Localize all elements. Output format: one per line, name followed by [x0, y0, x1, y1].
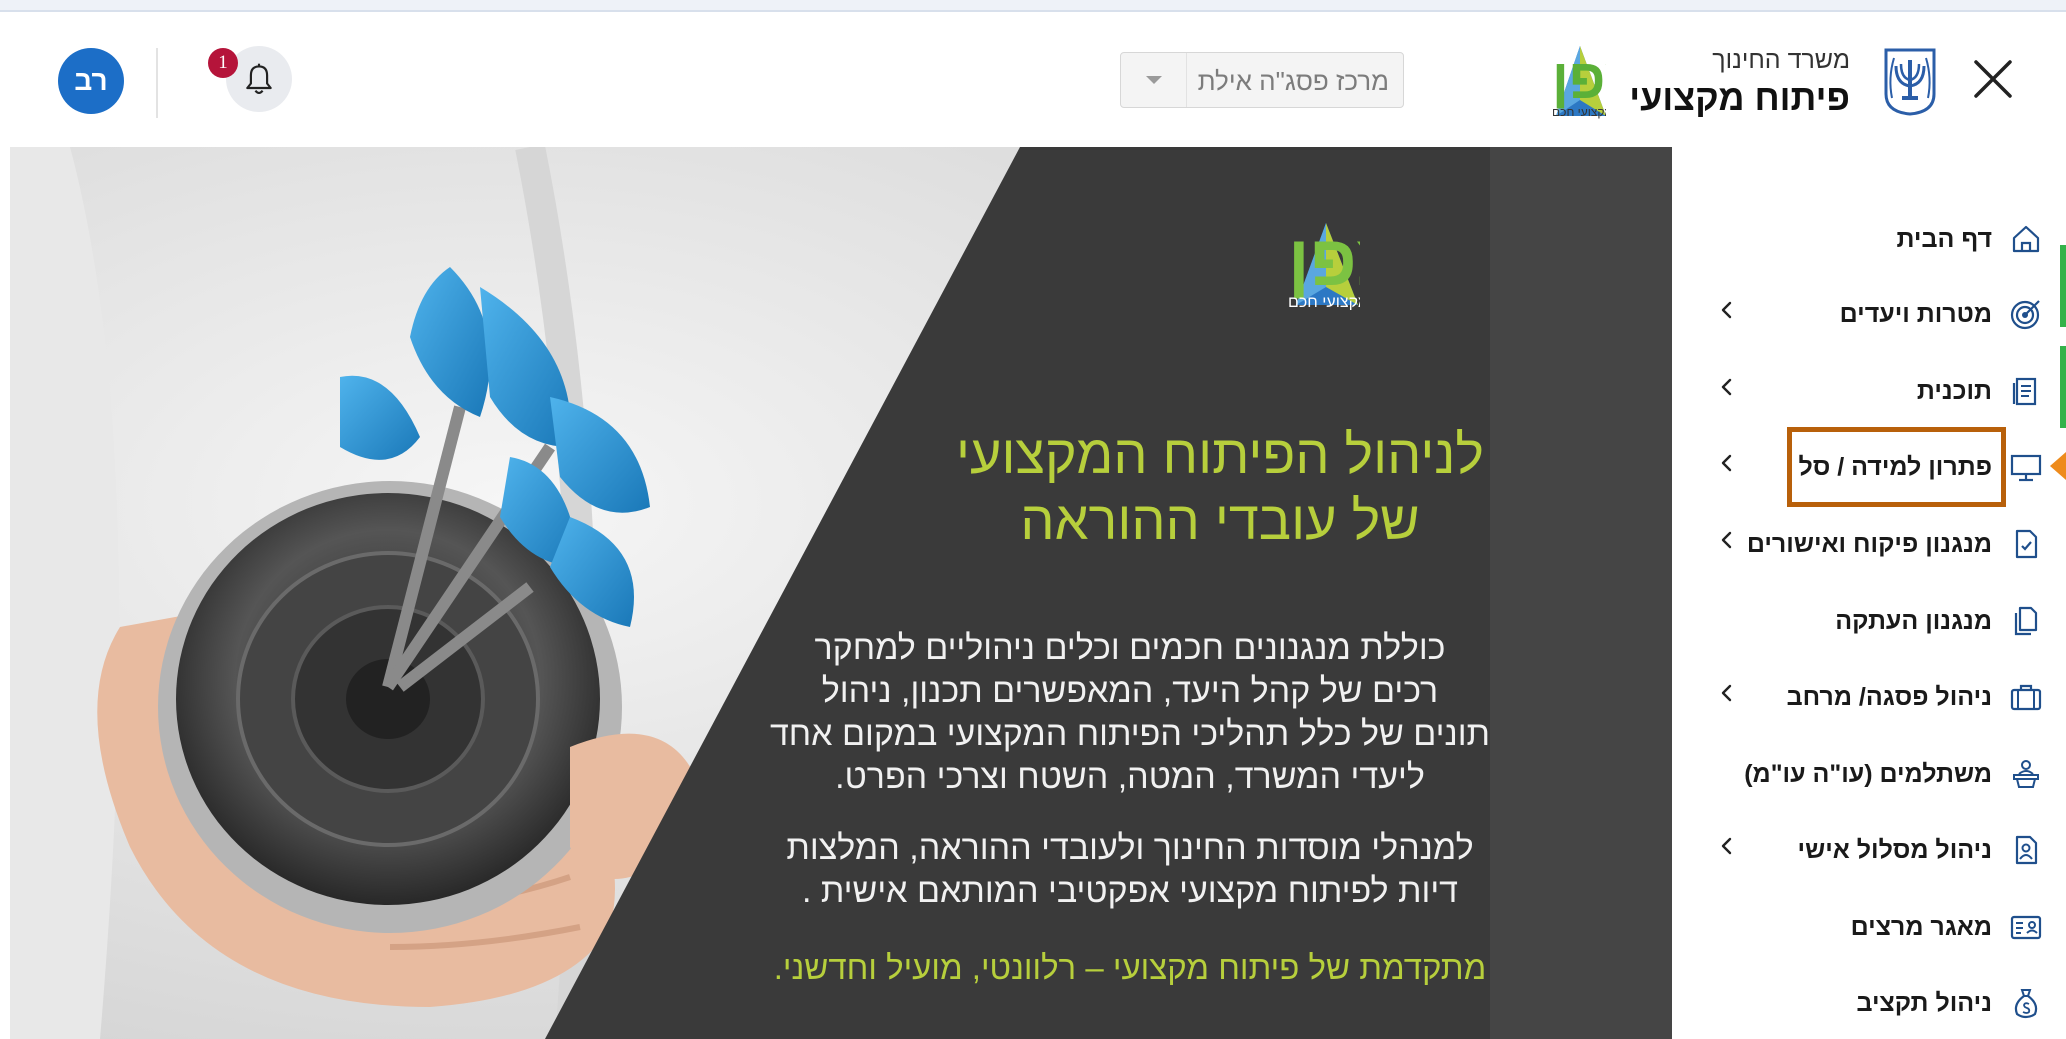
- page: משרד החינוך פיתוח מקצועי מצפן פיתוח מקצו…: [0, 0, 2066, 1039]
- header: משרד החינוך פיתוח מקצועי מצפן פיתוח מקצו…: [10, 12, 2066, 147]
- user-avatar[interactable]: רב: [58, 48, 124, 114]
- sidebar-item-copy-mechanism[interactable]: מנגנון העתקה: [1706, 591, 2046, 651]
- copy-icon: [2006, 601, 2046, 641]
- state-emblem-icon: [1884, 48, 1936, 116]
- center-select-value: מרכז פסג"ה אילת: [1197, 66, 1389, 96]
- chevron-left-icon[interactable]: [1710, 529, 1738, 557]
- bell-icon: [246, 63, 272, 95]
- close-menu-button[interactable]: [1968, 54, 2018, 104]
- sidebar-item-label: ניהול מסלול אישי: [1797, 835, 1992, 864]
- hero-logo-subtitle: פיתוח מקצועי חכם: [1288, 294, 1360, 311]
- money-bag-icon: [2006, 983, 2046, 1023]
- hero-description: כוללת מנגנונים חכמים וכלים ניהוליים למחק…: [530, 627, 1672, 799]
- hero-matzpen-logo: מצפן פיתוח מקצועי חכם: [1288, 221, 1360, 311]
- sidebar-item-label: משתלמים (עו"ה עו"מ): [1744, 759, 1992, 788]
- chevron-left-icon[interactable]: [1710, 299, 1738, 327]
- file-check-icon: [2006, 524, 2046, 564]
- sidebar-item-home[interactable]: דף הבית: [1706, 209, 2046, 269]
- hero-tagline: מתקדמת של פיתוח מקצועי – רלוונטי, מועיל …: [773, 949, 1487, 986]
- active-item-marker: [2050, 452, 2066, 480]
- chevron-left-icon[interactable]: [1710, 682, 1738, 710]
- sidebar-item-label: פתרון למידה / סל: [1798, 452, 1992, 481]
- notification-count-badge: 1: [208, 48, 238, 78]
- sidebar-menu: דף הבית מטרות ויעדים תוכנית פתרון למידה …: [1672, 147, 2066, 1039]
- hero-body-line: למנהלי מוסדות החינוך ולעובדי ההוראה, המל…: [786, 829, 1474, 867]
- sidebar-item-label: מנגנון העתקה: [1835, 606, 1992, 635]
- chevron-left-icon[interactable]: [1710, 376, 1738, 404]
- hero-body-line: תונים של כלל תהליכי הפיתוח המקצועי במקום…: [769, 715, 1491, 753]
- ministry-title: משרד החינוך פיתוח מקצועי: [1629, 46, 1850, 119]
- sidebar-item-lecturers[interactable]: מאגר מרצים: [1706, 897, 2046, 957]
- center-select[interactable]: מרכז פסג"ה אילת: [1120, 52, 1404, 108]
- id-card-icon: [2006, 907, 2046, 947]
- sidebar-item-budget[interactable]: ניהול תקציב: [1706, 973, 2046, 1033]
- hero-body-line: דיות לפיתוח מקצועי אפקטיבי המותאם אישית …: [801, 872, 1459, 910]
- monitor-icon: [2006, 447, 2046, 487]
- hero-body-line: רכים של קהל היעד, המאפשרים תכנון, ניהול: [821, 672, 1439, 710]
- briefcase-icon: [2006, 677, 2046, 717]
- sidebar-item-label: מטרות ויעדים: [1839, 299, 1992, 328]
- accent-bar: [2060, 346, 2066, 428]
- accent-bar: [2060, 245, 2066, 327]
- hero-description-2: למנהלי מוסדות החינוך ולעובדי ההוראה, המל…: [530, 827, 1672, 913]
- hero-title-line: לניהול הפיתוח המקצועי: [956, 425, 1484, 485]
- window-top-border: [0, 0, 2066, 12]
- document-icon: [2006, 371, 2046, 411]
- sidebar-item-goals[interactable]: מטרות ויעדים: [1706, 284, 2046, 344]
- sidebar-item-participants[interactable]: משתלמים (עו"ה עו"מ): [1706, 744, 2046, 804]
- hero-body-line: ליעדי המשרד, המטה, השטח וצרכי הפרט.: [835, 758, 1425, 796]
- sidebar-item-program[interactable]: תוכנית: [1706, 361, 2046, 421]
- user-file-icon: [2006, 830, 2046, 870]
- ministry-subtitle: פיתוח מקצועי: [1629, 77, 1850, 118]
- hero-title: לניהול הפיתוח המקצועי של עובדי ההוראה: [670, 422, 1672, 554]
- sidebar-item-label: ניהול תקציב: [1856, 988, 1992, 1017]
- hero-banner: מצפן פיתוח מקצועי חכם לניהול הפיתוח המקצ…: [10, 147, 1672, 1039]
- ministry-name: משרד החינוך: [1712, 46, 1850, 74]
- chevron-left-icon[interactable]: [1710, 835, 1738, 863]
- sidebar-item-label: ניהול פסגה/ מרחב: [1786, 682, 1992, 711]
- hero-body-line: כוללת מנגנונים חכמים וכלים ניהוליים למחק…: [814, 629, 1446, 667]
- sidebar-item-label: מנגנון פיקוח ואישורים: [1746, 529, 1992, 558]
- chevron-down-icon[interactable]: [1121, 53, 1187, 107]
- sidebar-item-personal-track[interactable]: ניהול מסלול אישי: [1706, 820, 2046, 880]
- header-logo-subtitle: פיתוח מקצועי חכם: [1552, 105, 1606, 119]
- home-icon: [2006, 219, 2046, 259]
- header-divider: [156, 48, 158, 118]
- hero-title-line: של עובדי ההוראה: [1020, 491, 1420, 551]
- matzpen-logo: מצפן פיתוח מקצועי חכם: [1552, 46, 1606, 119]
- sidebar-item-label: תוכנית: [1916, 376, 1992, 405]
- sidebar-item-label: מאגר מרצים: [1850, 912, 1992, 941]
- header-logo-text: מצפן: [1552, 47, 1606, 110]
- sidebar-item-center-management[interactable]: ניהול פסגה/ מרחב: [1706, 667, 2046, 727]
- chevron-left-icon[interactable]: [1710, 452, 1738, 480]
- target-icon: [2006, 294, 2046, 334]
- sidebar-item-supervision[interactable]: מנגנון פיקוח ואישורים: [1706, 514, 2046, 574]
- people-icon: [2006, 754, 2046, 794]
- hero-logo-text: מצפן: [1288, 221, 1360, 301]
- sidebar-item-label: דף הבית: [1896, 224, 1992, 253]
- close-icon: [1974, 60, 2012, 98]
- sidebar-item-learning-solution[interactable]: פתרון למידה / סל: [1706, 437, 2046, 497]
